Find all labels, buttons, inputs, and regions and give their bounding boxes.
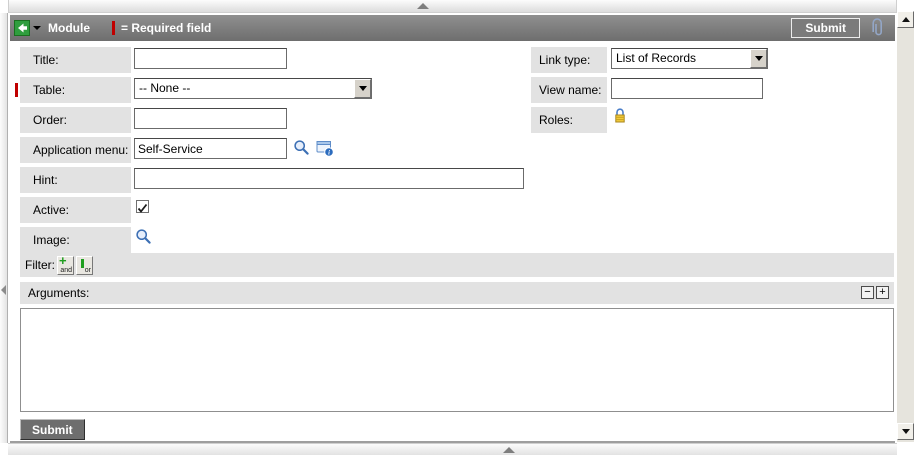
active-checkbox[interactable] xyxy=(136,200,149,213)
collapse-pane-left-icon[interactable] xyxy=(1,285,6,295)
required-marker-legend-icon xyxy=(112,21,115,35)
title-input[interactable] xyxy=(134,48,287,69)
arguments-section-header: Arguments: − + xyxy=(20,282,894,304)
filter-add-or-condition-button[interactable]: or xyxy=(76,256,93,275)
form-header-bar: Module = Required field Submit xyxy=(10,15,895,41)
arrow-down-icon xyxy=(902,429,910,434)
scroll-up-button[interactable] xyxy=(897,11,914,28)
label-order: Order: xyxy=(20,107,131,133)
form-title: Module xyxy=(48,21,90,35)
module-form-frame: Module = Required field Submit Title: Ta… xyxy=(10,15,895,443)
svg-text:i: i xyxy=(328,149,330,156)
back-arrow-icon xyxy=(14,20,30,36)
filter-label: Filter: xyxy=(25,258,55,272)
select-dropdown-button[interactable] xyxy=(354,79,371,98)
label-table: Table: xyxy=(20,77,131,103)
image-lookup-button[interactable] xyxy=(135,228,152,245)
hint-input[interactable] xyxy=(134,168,524,189)
expand-plus-button[interactable]: + xyxy=(876,286,889,299)
label-image: Image: xyxy=(20,227,131,253)
required-field-legend: = Required field xyxy=(121,21,211,35)
label-active: Active: xyxy=(20,197,131,223)
link-type-select[interactable]: List of Records xyxy=(611,48,768,69)
roles-locked-button[interactable] xyxy=(613,107,627,124)
label-hint: Hint: xyxy=(20,167,131,193)
arguments-label: Arguments: xyxy=(28,286,89,300)
label-title: Title: xyxy=(20,47,131,73)
label-link-type: Link type: xyxy=(531,47,607,73)
plus-icon: + xyxy=(59,253,67,268)
back-button[interactable] xyxy=(14,20,30,36)
collapse-pane-up-icon[interactable] xyxy=(503,447,515,453)
application-menu-input[interactable] xyxy=(134,138,287,159)
order-input[interactable] xyxy=(134,108,287,129)
reference-record-icon: i xyxy=(316,140,335,157)
view-name-input[interactable] xyxy=(611,78,763,99)
arguments-toggle-controls: − + xyxy=(861,286,889,299)
header-menu-chevron-down-icon[interactable] xyxy=(33,26,41,30)
magnifier-icon xyxy=(135,228,152,245)
scroll-down-button[interactable] xyxy=(897,423,914,440)
collapse-pane-up-icon[interactable] xyxy=(417,3,429,9)
filter-add-and-condition-button[interactable]: + and xyxy=(57,256,74,275)
or-bar-icon xyxy=(81,259,84,268)
collapse-minus-button[interactable]: − xyxy=(861,286,874,299)
arguments-textarea[interactable] xyxy=(20,308,894,412)
form-body: Title: Table: Order: Application menu: H… xyxy=(10,41,895,441)
label-roles: Roles: xyxy=(531,107,607,133)
module-form-screen: Module = Required field Submit Title: Ta… xyxy=(0,0,924,455)
application-menu-lookup-button[interactable] xyxy=(293,139,310,156)
filter-row: Filter: + and or xyxy=(20,253,894,277)
vertical-scrollbar[interactable] xyxy=(897,11,914,442)
top-pane-resize-strip[interactable] xyxy=(8,0,897,13)
application-menu-reference-info-button[interactable]: i xyxy=(316,140,335,157)
bottom-pane-resize-strip[interactable] xyxy=(8,443,897,455)
label-application-menu: Application menu: xyxy=(20,137,131,163)
select-dropdown-button[interactable] xyxy=(750,49,767,68)
lock-icon xyxy=(613,107,627,124)
chevron-down-icon xyxy=(755,56,763,61)
table-select[interactable]: -- None -- xyxy=(134,78,372,99)
required-marker-icon xyxy=(15,83,18,97)
chevron-down-icon xyxy=(359,86,367,91)
submit-button-header[interactable]: Submit xyxy=(791,18,860,38)
magnifier-icon xyxy=(293,139,310,156)
arrow-up-icon xyxy=(902,17,910,22)
left-pane-resize-strip[interactable] xyxy=(0,13,8,443)
submit-button-footer[interactable]: Submit xyxy=(20,419,85,440)
label-view-name: View name: xyxy=(531,77,607,103)
attachment-paperclip-icon[interactable] xyxy=(872,18,885,38)
checkmark-icon xyxy=(137,203,148,214)
